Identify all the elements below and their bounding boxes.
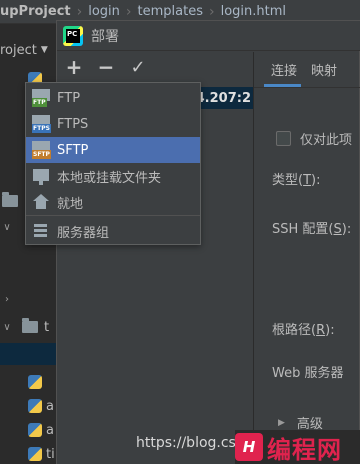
ftps-icon: FTPS <box>32 115 51 133</box>
dialog-title: 部署 <box>91 28 119 45</box>
watermark-url: https://blog.cs <box>136 435 236 451</box>
ssh-label-suffix: ): <box>341 222 352 237</box>
menu-item-in-place[interactable]: 就地 <box>26 189 200 215</box>
tree-row[interactable]: › <box>0 290 14 308</box>
menu-item-sftp[interactable]: SFTP SFTP <box>26 137 200 163</box>
menu-item-label: SFTP <box>57 142 89 158</box>
server-toolbar: + − ✓ <box>57 52 253 82</box>
tree-file-label: a <box>46 422 54 438</box>
chevron-right-icon[interactable]: › <box>0 294 14 305</box>
root-label-mnemonic: R <box>316 323 326 338</box>
root-path-label: 根路径(R): <box>272 319 335 338</box>
project-view-label: roject <box>0 42 37 58</box>
project-view-header[interactable]: roject ▼ <box>0 38 56 62</box>
local-folder-icon <box>32 167 50 185</box>
menu-separator <box>26 215 200 216</box>
tree-row[interactable]: ∨ t <box>0 318 49 336</box>
menu-item-label: 就地 <box>57 196 84 212</box>
sftp-icon: SFTP <box>32 141 51 159</box>
type-label-suffix: ): <box>311 173 321 188</box>
visible-only-label: 仅对此项 <box>300 133 353 148</box>
tree-row[interactable]: a <box>28 397 54 415</box>
ssh-label-mnemonic: S <box>333 222 342 237</box>
protocol-tag: FTP <box>32 98 47 107</box>
home-body <box>36 201 46 209</box>
home-shape <box>33 194 49 210</box>
ftp-icon: FTP <box>32 89 50 107</box>
dialog-title-bar[interactable]: PC 部署 <box>57 21 360 51</box>
menu-item-label: 本地或挂载文件夹 <box>57 170 162 186</box>
root-label-text: 根路径( <box>272 323 317 338</box>
menu-item-label: FTP <box>57 90 81 106</box>
server-type-popup: FTP FTP FTPS FTPS SFTP SFTP 本地或挂载文件夹 就地 <box>25 82 201 245</box>
protocol-tag: SFTP <box>32 150 51 159</box>
menu-item-ftps[interactable]: FTPS FTPS <box>26 111 200 137</box>
python-file-icon <box>28 423 42 437</box>
menu-item-label: 服务器组 <box>57 225 110 241</box>
ssh-label-text: SSH 配置( <box>272 222 334 237</box>
remove-server-button[interactable]: − <box>93 55 119 79</box>
breadcrumb-item[interactable]: login.html <box>215 4 292 19</box>
tree-row[interactable] <box>2 192 18 210</box>
chevron-down-icon[interactable]: ∨ <box>0 322 14 333</box>
server-stack-shape <box>34 224 47 238</box>
selected-tree-row[interactable] <box>0 343 56 365</box>
breadcrumb-item[interactable]: upProject <box>0 4 77 19</box>
monitor-shape <box>33 169 49 185</box>
add-server-button[interactable]: + <box>61 55 87 79</box>
menu-item-server-group[interactable]: 服务器组 <box>26 218 200 244</box>
tree-row[interactable]: a <box>28 421 54 439</box>
protocol-tag: FTPS <box>32 124 51 133</box>
tab-mappings[interactable]: 映射 <box>307 60 347 87</box>
breadcrumb-item[interactable]: login <box>82 4 126 19</box>
chevron-down-icon[interactable]: ∨ <box>0 222 14 233</box>
web-label-text: Web 服务器 <box>272 366 344 381</box>
visible-only-checkbox[interactable] <box>276 131 291 146</box>
expand-arrow-icon[interactable]: ▶ <box>278 418 285 428</box>
home-icon <box>32 193 50 211</box>
watermark-text: 编程网 <box>267 435 342 464</box>
python-file-icon <box>28 375 42 389</box>
watermark-logo: H 编程网 <box>235 430 360 464</box>
folder-icon <box>2 192 18 207</box>
server-group-icon <box>32 222 50 240</box>
tree-row[interactable]: ∨ <box>0 218 14 236</box>
tree-file-label: ti <box>46 446 55 462</box>
pycharm-logo-icon: PC <box>63 25 83 46</box>
type-label-text: 类型( <box>272 173 304 188</box>
menu-item-local-folder[interactable]: 本地或挂载文件夹 <box>26 163 200 189</box>
tree-row[interactable]: ti <box>28 445 55 463</box>
python-file-icon <box>28 399 42 413</box>
set-default-button[interactable]: ✓ <box>125 55 151 79</box>
folder-icon <box>22 318 38 333</box>
web-server-label: Web 服务器 <box>272 362 343 381</box>
python-file-icon <box>28 447 42 461</box>
visible-only-for-project-option[interactable]: 仅对此项 <box>276 129 352 148</box>
root-label-suffix: ): <box>325 323 335 338</box>
type-label: 类型(T): <box>272 169 320 188</box>
tree-file-label: a <box>46 398 54 414</box>
watermark-mark-icon: H <box>235 433 263 461</box>
settings-tabs: 连接 映射 <box>254 52 360 88</box>
tree-folder-label: t <box>44 319 50 335</box>
menu-item-ftp[interactable]: FTP FTP <box>26 85 200 111</box>
tree-row[interactable] <box>28 373 46 391</box>
chevron-down-icon[interactable]: ▼ <box>41 45 48 55</box>
connection-settings-panel: 连接 映射 仅对此项 类型(T): SSH 配置(S): 根路径(R): Web… <box>254 52 360 464</box>
menu-item-label: FTPS <box>57 116 89 132</box>
type-label-mnemonic: T <box>303 173 312 188</box>
tab-connection[interactable]: 连接 <box>254 60 307 87</box>
ssh-config-label: SSH 配置(S): <box>272 218 351 237</box>
pycharm-logo-text: PC <box>66 28 80 43</box>
breadcrumb-item[interactable]: templates <box>132 4 209 19</box>
home-roof <box>33 194 49 201</box>
